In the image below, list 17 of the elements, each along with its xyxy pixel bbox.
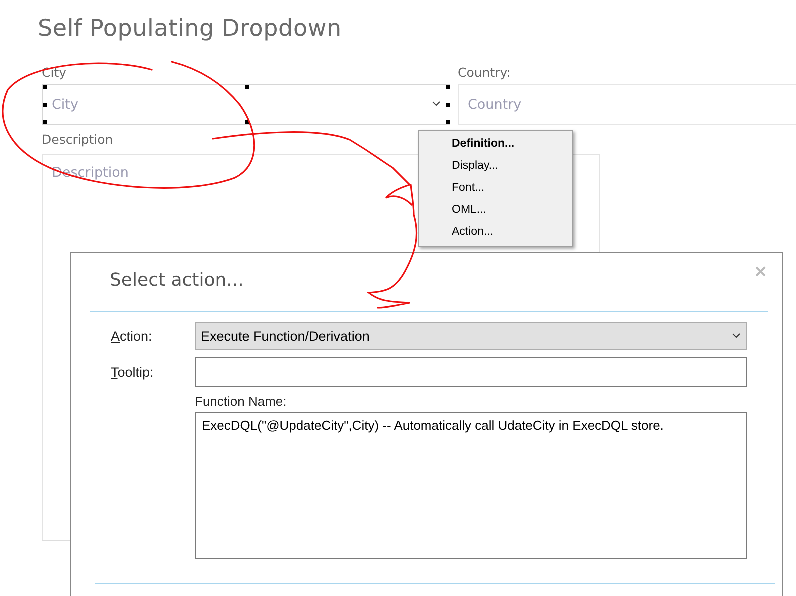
tooltip-field[interactable] [195, 357, 747, 387]
menu-item[interactable]: OML... [419, 199, 572, 221]
chevron-down-icon [432, 101, 441, 107]
dialog-title: Select action... [110, 270, 244, 290]
field-label: Description [42, 131, 114, 149]
page-title: Self Populating Dropdown [38, 16, 343, 44]
chevron-down-icon [732, 333, 741, 339]
field-label: Tooltip: [111, 364, 155, 380]
field-label: Action: [111, 328, 154, 344]
action-dropdown[interactable]: Execute Function/Derivation [195, 322, 747, 350]
menu-item[interactable]: Display... [419, 155, 572, 177]
menu-item[interactable]: Definition... [419, 133, 572, 155]
menu-item[interactable]: Font... [419, 177, 572, 199]
field-label: Function Name: [195, 394, 288, 409]
field-label: Country: [458, 64, 511, 82]
menu-item[interactable]: Action... [419, 221, 572, 243]
function-name-field[interactable]: ExecDQL("@UpdateCity",City) -- Automatically call UdateCity in ExecDQL store. [195, 412, 747, 559]
